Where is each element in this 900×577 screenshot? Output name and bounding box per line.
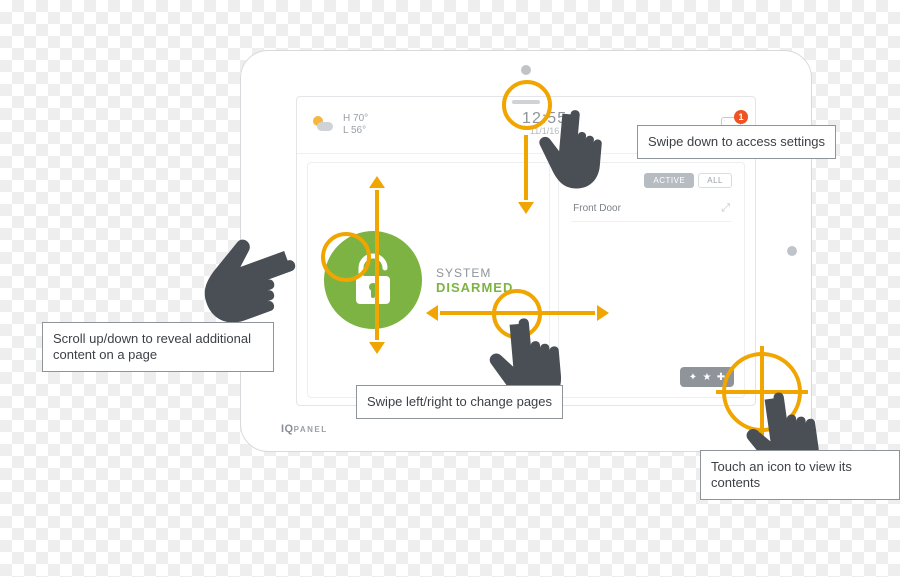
diagram-stage: IQPANEL H 70° L 56° 12:55 11/1/16 — [0, 0, 900, 577]
weather-icon — [311, 116, 333, 134]
filter-all[interactable]: ALL — [698, 173, 732, 188]
camera-dot — [521, 65, 531, 75]
sensor-row[interactable]: Front Door ⤢ — [571, 196, 732, 222]
brand-suffix: PANEL — [294, 425, 328, 434]
shield-icon[interactable]: ✦ — [686, 370, 700, 384]
hand-swipe-down — [527, 89, 638, 200]
unread-badge: 1 — [734, 110, 748, 124]
callout-scroll: Scroll up/down to reveal additional cont… — [42, 322, 274, 372]
lock-icon[interactable]: ★ — [700, 370, 714, 384]
weather-text: H 70° L 56° — [343, 113, 368, 137]
brand-prefix: IQ — [281, 423, 294, 435]
filter-active[interactable]: ACTIVE — [644, 173, 694, 188]
callout-swipe-down: Swipe down to access settings — [637, 125, 836, 159]
sensor-name: Front Door — [573, 203, 621, 214]
callout-touch: Touch an icon to view its contents — [700, 450, 900, 500]
status-value: DISARMED — [436, 280, 513, 295]
callout-swipe-lr: Swipe left/right to change pages — [356, 385, 563, 419]
arrow-scroll-vert — [375, 190, 379, 340]
target-ring-scroll — [321, 232, 371, 282]
home-button[interactable] — [787, 246, 797, 256]
status-label: SYSTEM — [436, 266, 513, 280]
weather-widget[interactable]: H 70° L 56° — [311, 113, 368, 137]
arming-status: SYSTEM DISARMED — [436, 266, 513, 295]
device-brand: IQPANEL — [281, 423, 328, 435]
sensor-state-icon: ⤢ — [721, 202, 730, 215]
